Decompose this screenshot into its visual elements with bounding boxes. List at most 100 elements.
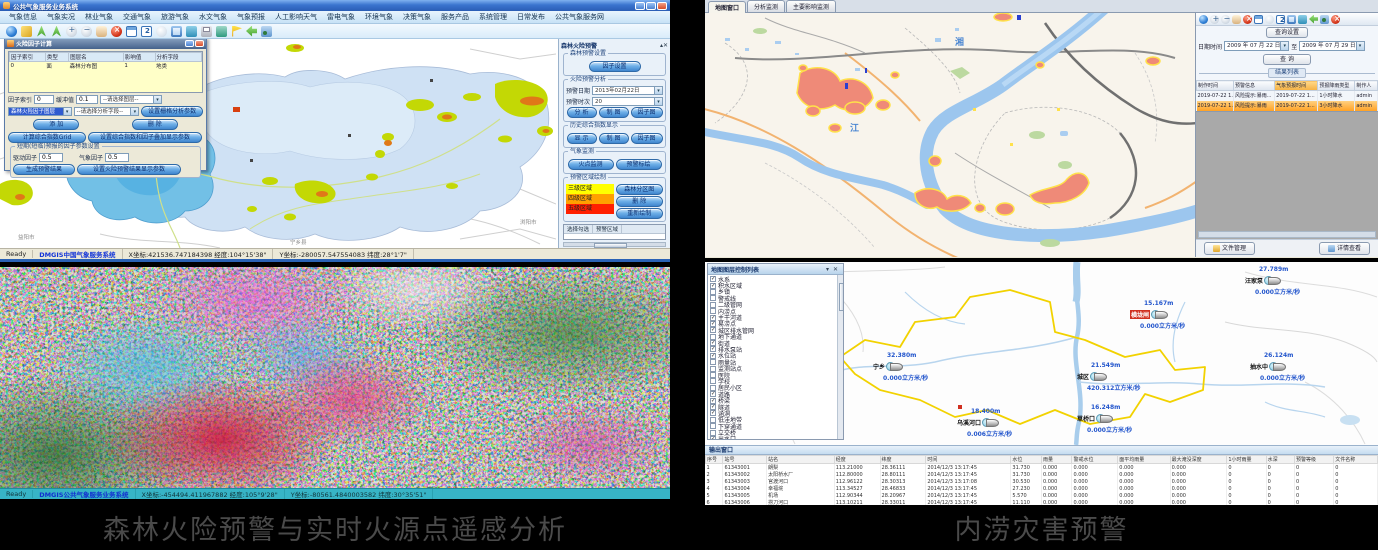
layer-checkbox[interactable] (710, 346, 716, 352)
image-icon[interactable] (1320, 15, 1329, 24)
map-edit-icon[interactable] (1298, 15, 1307, 24)
menu-item[interactable]: 服务产品 (436, 12, 474, 22)
hydrology-map[interactable]: 27.789m汪家泵0.000立方米/秒15.167m横垅闸0.000立方米/秒… (705, 262, 1378, 445)
pan-arrow-icon[interactable] (36, 26, 47, 37)
mapping2-button[interactable]: 制 图 (599, 133, 629, 144)
table-row[interactable]: 461343004幸福垸113.3452728.468332014/12/3 1… (706, 485, 1378, 492)
menu-item[interactable]: 决策气象 (398, 12, 436, 22)
result-table[interactable]: 制作时间预警信息气象预报时间预报降雨类型制作人2019-07-22 1...风险… (1196, 80, 1378, 111)
display-params-button[interactable]: 设置火险预警结果显示参数 (77, 164, 181, 175)
layer-checkbox[interactable] (710, 404, 716, 410)
window-icon[interactable] (1254, 15, 1263, 24)
globe-icon[interactable] (1199, 15, 1208, 24)
tab-0[interactable]: 地图窗口 (708, 1, 746, 13)
stop-icon[interactable] (1243, 15, 1252, 24)
zoom-out-icon[interactable] (81, 26, 92, 37)
station-marker[interactable]: 27.789m汪家泵0.000立方米/秒 (1245, 276, 1281, 285)
column-header[interactable]: 制作人 (1355, 81, 1378, 91)
layer-checkbox[interactable] (710, 359, 716, 365)
layer-checkbox[interactable] (710, 391, 716, 397)
column-header[interactable]: 图层名 (69, 53, 124, 62)
column-header[interactable]: 站号 (723, 456, 767, 464)
query-setting-button[interactable]: 查询设置 (1266, 27, 1308, 38)
station-output-table[interactable]: 序号站号站名经度纬度时间水位雨量警戒水位面平均雨量最大淹没深度1小时雨量水深预警… (705, 455, 1378, 505)
table-row[interactable]: 161343001朗梨113.2100028.361112014/12/3 13… (706, 464, 1378, 472)
analyze-button[interactable]: 分 析 (567, 107, 597, 118)
table-row[interactable]: 0面森林分布图1地类 (10, 62, 202, 71)
layer-checkbox[interactable] (710, 276, 716, 282)
layer-scrollbar[interactable] (837, 275, 843, 439)
back-icon[interactable] (246, 26, 257, 37)
layer-checkbox[interactable] (710, 378, 716, 384)
redraw-button[interactable]: 重新绘制 (616, 208, 664, 219)
column-header[interactable]: 最大淹没深度 (1170, 456, 1227, 464)
layer-checkbox[interactable] (710, 366, 716, 372)
column-header[interactable]: 影响值 (123, 53, 155, 62)
export-icon[interactable] (216, 26, 227, 37)
warn-time-select[interactable]: 20 (592, 97, 663, 106)
buffer-input[interactable]: 0.1 (76, 95, 98, 104)
column-header[interactable]: 1小时雨量 (1227, 456, 1266, 464)
zoom-in-icon[interactable] (66, 26, 77, 37)
trtbl-table[interactable]: 制作时间预警信息气象预报时间预报降雨类型制作人2019-07-22 1...风险… (1196, 80, 1378, 111)
table-row[interactable] (10, 78, 202, 86)
forest-zone-button[interactable]: 森林分区图 (616, 184, 664, 195)
dialog-title-bar[interactable]: 火险因子计算 (5, 39, 206, 49)
weight1-input[interactable]: 0.5 (39, 153, 63, 162)
layer-checkbox[interactable] (710, 430, 716, 436)
maximize-button[interactable] (646, 2, 656, 10)
column-header[interactable]: 气象预报时间 (1275, 81, 1318, 91)
delete-button[interactable]: 删 除 (132, 119, 178, 130)
column-header[interactable]: 经度 (834, 456, 880, 464)
column-header[interactable]: 序号 (706, 456, 723, 464)
panel-hscrollbar[interactable] (563, 242, 666, 247)
column-header[interactable]: 水深 (1266, 456, 1294, 464)
fly-icon[interactable] (51, 26, 62, 37)
layer-checkbox[interactable] (710, 308, 716, 314)
column-header[interactable]: 文件名称 (1334, 456, 1378, 464)
panel-close-icon[interactable]: ✕ (831, 266, 840, 273)
layer-checkbox[interactable] (710, 334, 716, 340)
menu-item[interactable]: 水文气象 (194, 12, 232, 22)
globe-icon[interactable] (6, 26, 17, 37)
station-marker[interactable]: 26.124m抽水中0.000立方米/秒 (1250, 362, 1286, 371)
column-header[interactable]: 警戒水位 (1072, 456, 1118, 464)
date-from-picker[interactable]: 2009 年 07 月 22 日 (1224, 41, 1289, 51)
minimize-button[interactable] (635, 2, 645, 10)
hand-icon[interactable] (1232, 15, 1241, 24)
layer-checkbox[interactable] (710, 423, 716, 429)
warning-region-list[interactable]: 选择勾选 预警区域 (563, 224, 666, 240)
column-header[interactable]: 预警信息 (1234, 81, 1275, 91)
zone-delete-button[interactable]: 删 除 (616, 196, 664, 207)
table-row[interactable]: 261343002太阳桥水厂112.8000028.801112014/12/3… (706, 471, 1378, 478)
zoom-out-icon[interactable] (1221, 15, 1230, 24)
layer-checkbox[interactable] (710, 340, 716, 346)
menu-item[interactable]: 系统管理 (474, 12, 512, 22)
table-row[interactable]: 2019-07-22 1...风险提示:暴雨2019-07-22 1...3小时… (1197, 101, 1378, 111)
layer-checkbox[interactable] (710, 289, 716, 295)
station-marker[interactable]: 18.400m乌溪河口0.006立方米/秒 (957, 418, 999, 427)
layer-checkbox[interactable] (710, 436, 716, 439)
column-header[interactable]: 纬度 (880, 456, 926, 464)
stop-icon[interactable] (111, 26, 122, 37)
file-manage-button[interactable]: 文件管理 (1204, 242, 1255, 255)
table-row[interactable] (10, 70, 202, 78)
menu-item[interactable]: 人工影响天气 (270, 12, 322, 22)
identify-icon[interactable] (1276, 15, 1285, 24)
layer-item[interactable]: 出水口 (710, 436, 843, 439)
tab-2[interactable]: 主要影响监测 (786, 0, 836, 12)
table-row[interactable]: 361343003官渡河口112.9612228.303132014/12/3 … (706, 478, 1378, 485)
factor-setting-button[interactable]: 因子设置 (589, 61, 641, 72)
print-icon[interactable] (201, 26, 212, 37)
column-header[interactable]: 预报降雨类型 (1318, 81, 1355, 91)
column-header[interactable]: 水位 (1011, 456, 1042, 464)
station-marker[interactable]: 16.248m草桥口0.000立方米/秒 (1077, 414, 1113, 423)
factor-index-input[interactable]: 0 (34, 95, 54, 104)
column-header[interactable]: 时间 (926, 456, 1011, 464)
hand-icon[interactable] (96, 26, 107, 37)
query-button[interactable]: 查 询 (1263, 54, 1311, 65)
menu-item[interactable]: 环境气象 (360, 12, 398, 22)
station-marker[interactable]: 21.549m城区420.312立方米/秒 (1077, 372, 1107, 381)
calc-grid-button[interactable]: 计算综合指数Grid (8, 132, 86, 143)
factor-map-button[interactable]: 因子图 (631, 107, 663, 118)
